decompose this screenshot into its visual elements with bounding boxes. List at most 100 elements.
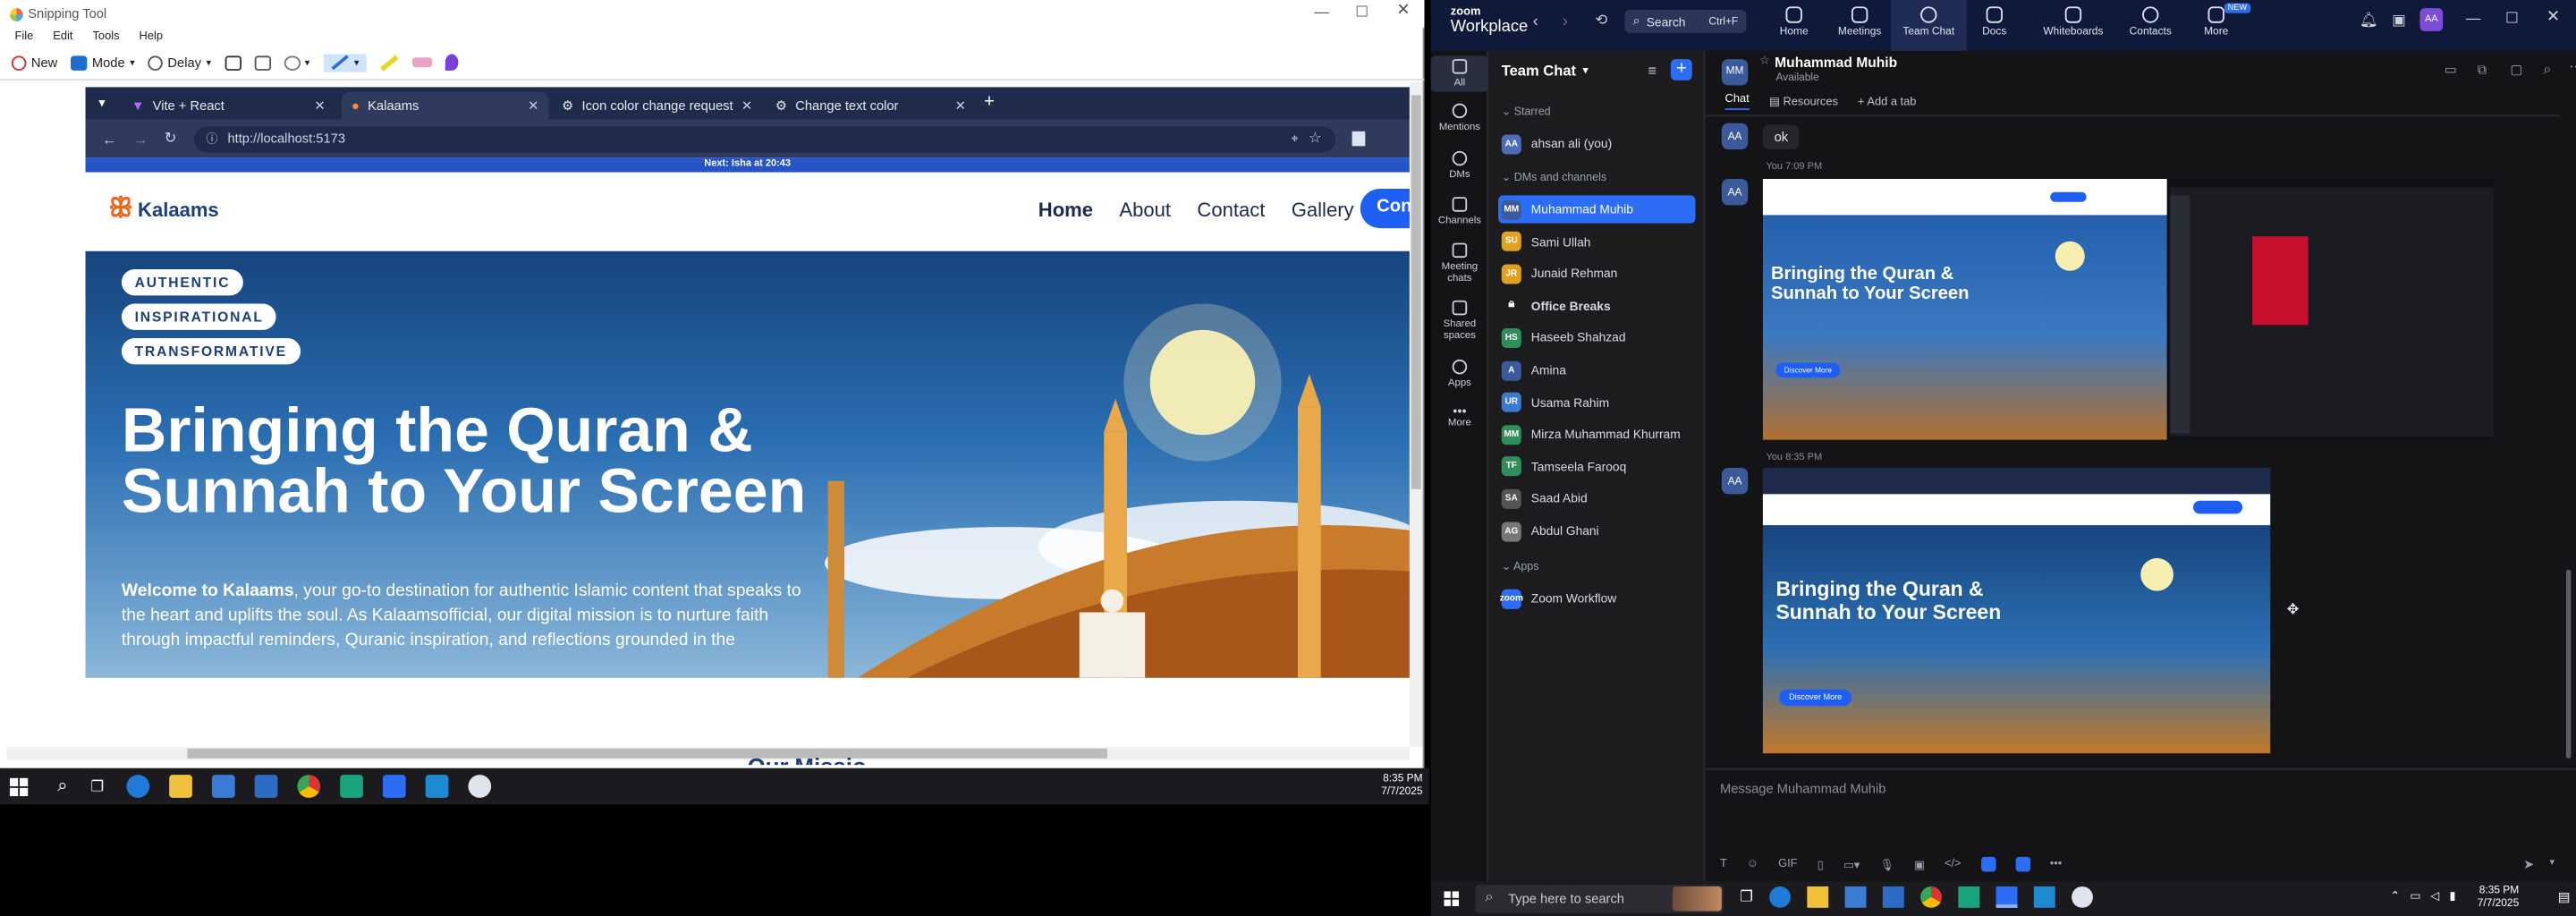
chat-list-item[interactable]: SA Saad Abid (1498, 485, 1695, 513)
chat-list-item[interactable]: HS Haseeb Shahzad (1498, 324, 1695, 352)
star-icon[interactable]: ☆ (1759, 55, 1770, 71)
bookmark-star-icon[interactable]: ☆ (1309, 130, 1322, 148)
task-view-icon[interactable]: ❐ (1740, 888, 1753, 906)
filter-icon[interactable]: ≡ (1648, 63, 1657, 79)
windows-start-icon[interactable] (1444, 891, 1459, 906)
chat-list-item[interactable]: TF Tamseela Farooq (1498, 453, 1695, 480)
edge-icon[interactable] (1769, 886, 1792, 908)
tab-close-icon[interactable]: ✕ (314, 98, 325, 114)
zoom-taskbar-icon[interactable] (383, 775, 407, 798)
nav-about[interactable]: About (1119, 199, 1171, 222)
message-avatar[interactable]: AA (1721, 123, 1749, 149)
highlighter-button[interactable] (378, 54, 398, 71)
text-format-icon[interactable]: T (1720, 859, 1727, 870)
chat-list-item[interactable]: zoom Zoom Workflow (1498, 584, 1695, 612)
tab-kalaams[interactable]: ● Kalaams ✕ (342, 91, 549, 120)
section-apps[interactable]: ⌄ Apps (1502, 560, 1539, 573)
ztab-whiteboards[interactable]: Whiteboards (2036, 0, 2111, 51)
ztab-meetings[interactable]: Meetings (1822, 0, 1897, 51)
h-scroll-thumb[interactable] (187, 748, 1107, 759)
mode-button[interactable]: Mode ▾ (71, 55, 135, 70)
section-dms[interactable]: ⌄ DMs and channels (1502, 171, 1606, 184)
save-button[interactable] (224, 55, 242, 70)
minimize-icon[interactable]: — (1314, 4, 1329, 20)
rail-meeting-chats[interactable]: Meeting chats (1431, 242, 1488, 284)
extension-icon[interactable] (1351, 131, 1365, 147)
ztab-team-chat[interactable]: Team Chat (1891, 0, 1967, 51)
tab-resources[interactable]: ▤ Resources (1769, 95, 1838, 108)
rail-apps[interactable]: Apps (1431, 359, 1488, 389)
menu-help[interactable]: Help (140, 30, 163, 42)
section-starred[interactable]: ⌄ Starred (1502, 105, 1551, 118)
close-icon[interactable]: ✕ (1396, 2, 1410, 20)
file-explorer-icon[interactable] (169, 775, 193, 798)
reload-icon[interactable]: ↻ (165, 130, 177, 148)
audio-icon[interactable]: 🎙︎ (1879, 858, 1894, 871)
user-avatar[interactable]: AA (2419, 8, 2444, 31)
emoji-icon[interactable]: ☺ (1747, 859, 1758, 870)
message-avatar[interactable]: AA (1721, 468, 1749, 495)
tab-close-icon[interactable]: ✕ (528, 98, 538, 114)
new-tab-plus-icon[interactable]: + (984, 92, 995, 112)
compose-plus-button[interactable]: + (1670, 59, 1692, 81)
contact-cta-button[interactable]: Con (1360, 189, 1410, 229)
windows-start-icon[interactable] (10, 776, 29, 796)
menu-file[interactable]: File (15, 30, 34, 42)
video-call-icon[interactable]: ▭ (2445, 63, 2457, 78)
code-icon[interactable]: </> (1945, 859, 1962, 870)
chat-list-item[interactable]: SU Sami Ullah (1498, 227, 1695, 255)
chat-search-icon[interactable]: ⌕ (2543, 61, 2551, 79)
site-info-icon[interactable]: ⓘ (207, 131, 218, 147)
tab-vite-react[interactable]: ▼ Vite + React ✕ (122, 92, 335, 120)
message-avatar[interactable]: AA (1721, 179, 1749, 206)
new-snip-button[interactable]: New (11, 55, 57, 70)
rail-more[interactable]: ••• More (1431, 404, 1488, 428)
ztab-docs[interactable]: Docs (1957, 0, 2032, 51)
rail-shared-spaces[interactable]: Shared spaces (1431, 300, 1488, 342)
edge-icon[interactable] (126, 775, 150, 798)
notifications-bell-icon[interactable]: 🔔︎ (2360, 12, 2378, 30)
chat-header-avatar[interactable]: MM (1721, 59, 1749, 86)
eraser-button[interactable] (411, 57, 432, 68)
paint3d-button[interactable] (444, 54, 458, 71)
notification-center-icon[interactable]: ▤ (2558, 890, 2571, 905)
nav-contact[interactable]: Contact (1197, 199, 1265, 222)
chat-list-item[interactable]: 🔒︎ Office Breaks (1498, 292, 1695, 319)
back-icon[interactable]: ← (102, 131, 117, 147)
add-tab[interactable]: + Add a tab (1858, 96, 1916, 107)
zoom-minimize-icon[interactable]: — (2466, 10, 2481, 26)
zoom-close-icon[interactable]: ✕ (2546, 8, 2560, 26)
team-chat-header[interactable]: Team Chat ▾ (1502, 63, 1589, 79)
menu-tools[interactable]: Tools (92, 30, 119, 42)
tab-menu-chevron-icon[interactable]: ▾ (98, 95, 105, 110)
tab-icon-color[interactable]: ⚙ Icon color change request ✕ (552, 92, 762, 120)
menu-edit[interactable]: Edit (53, 30, 72, 42)
delay-button[interactable]: Delay ▾ (148, 55, 211, 70)
address-bar[interactable]: ⓘ http://localhost:5173 ⌖ ☆ (192, 125, 1335, 152)
chat-list-item[interactable]: MM Muhammad Muhib (1498, 195, 1696, 224)
network-icon[interactable]: ▭ (2410, 890, 2420, 903)
tab-close-icon[interactable]: ✕ (955, 98, 966, 114)
site-logo[interactable]: ꕥ Kalaams (108, 195, 218, 225)
volume-icon[interactable]: ◁ (2430, 890, 2439, 903)
pen-button[interactable]: ▾ (322, 53, 366, 72)
task-view-icon[interactable]: ❐ (90, 777, 104, 795)
image-attachment-1[interactable]: Bringing the Quran & Sunnah to Your Scre… (1762, 179, 2495, 440)
chat-info-icon[interactable]: ▢ (2510, 63, 2522, 78)
forward-nav-icon[interactable]: › (1563, 13, 1568, 31)
vscode-icon[interactable] (426, 775, 449, 798)
search-icon[interactable]: ⌕ (57, 776, 67, 797)
nav-gallery[interactable]: Gallery (1292, 199, 1354, 222)
chat-list-item[interactable]: A Amina (1498, 356, 1695, 384)
taskbar-search-box[interactable]: ⌕ Type here to search (1475, 885, 1724, 913)
ztab-contacts[interactable]: Contacts (2113, 0, 2188, 51)
app-blue-icon-1[interactable] (1980, 856, 1996, 872)
composer-more-icon[interactable]: ••• (2050, 859, 2063, 870)
rail-dms[interactable]: DMs (1431, 150, 1488, 181)
image-attachment-2[interactable]: Bringing the Quran & Sunnah to Your Scre… (1762, 468, 2271, 754)
horizontal-scrollbar[interactable] (6, 746, 1410, 760)
battery-icon[interactable]: ▮ (2449, 890, 2455, 903)
send-button[interactable]: ▾ (283, 55, 309, 70)
chat-list-item[interactable]: AG Abdul Ghani (1498, 517, 1695, 545)
snipping-tool-taskbar-icon[interactable] (2072, 886, 2094, 908)
